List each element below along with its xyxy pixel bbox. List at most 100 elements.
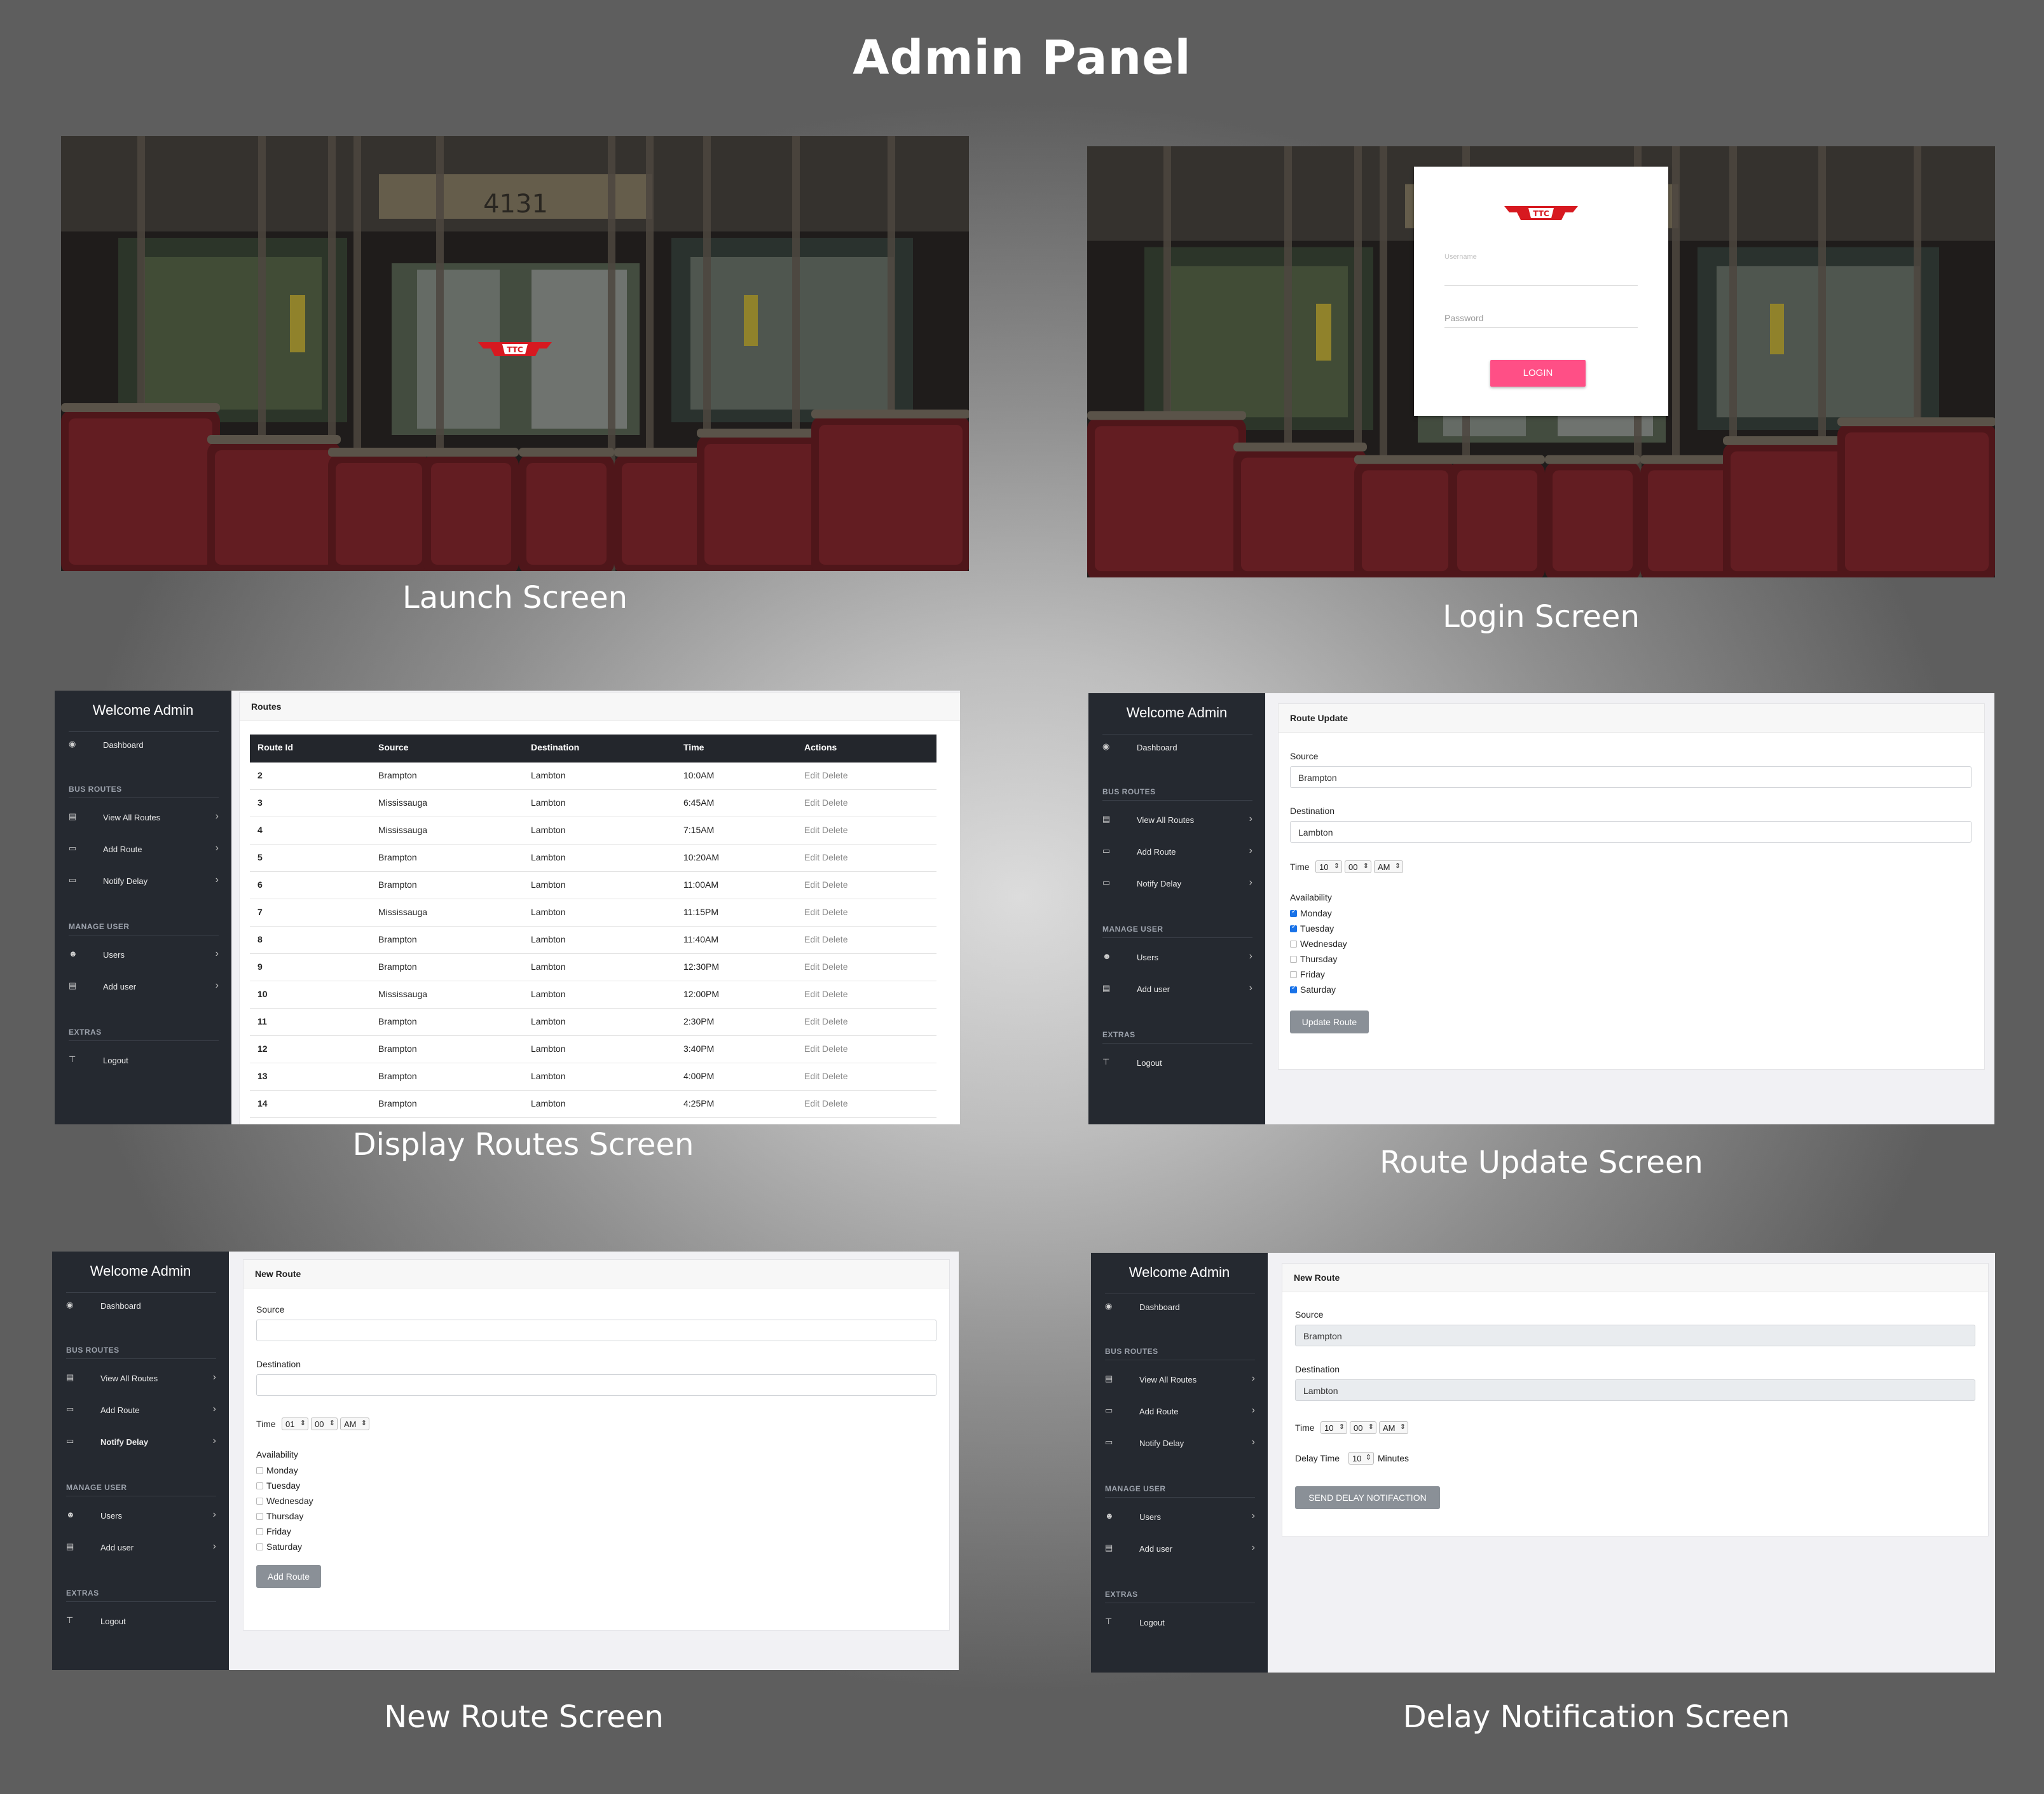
sidebar-item-add-route[interactable]: ▭ Add Route › <box>1105 1403 1255 1422</box>
source-input[interactable]: Brampton <box>1290 766 1972 788</box>
logout-icon: ⊤ <box>1102 1057 1110 1066</box>
checkbox-thursday[interactable]: Thursday <box>256 1510 358 1524</box>
laptop-icon: ▭ <box>1102 878 1111 887</box>
source-input[interactable]: Brampton <box>1295 1325 1975 1346</box>
sidebar-item-add-route[interactable]: ▭ Add Route › <box>66 1402 216 1421</box>
checkbox-saturday[interactable]: Saturday <box>256 1541 358 1555</box>
sidebar-item-dashboard[interactable]: ◉ Dashboard <box>66 1297 216 1316</box>
ampm-select[interactable]: AM ⇕ <box>1379 1421 1408 1434</box>
sidebar-item-add-user[interactable]: ▤ Add user › <box>69 978 219 997</box>
checkbox[interactable] <box>256 1543 263 1550</box>
username-input[interactable]: Username <box>1444 253 1477 261</box>
checkbox[interactable] <box>1290 971 1297 978</box>
minute-select[interactable]: 00 ⇕ <box>1345 860 1371 873</box>
sidebar-item-logout[interactable]: ⊤ Logout <box>1105 1614 1255 1633</box>
row-actions[interactable]: Edit Delete <box>804 852 847 862</box>
checkbox-monday[interactable]: Monday <box>256 1465 358 1479</box>
hour-select[interactable]: 10 ⇕ <box>1320 1421 1347 1434</box>
table-cell: 7 <box>257 907 263 917</box>
checkbox[interactable] <box>256 1513 263 1520</box>
checkbox-saturday[interactable]: Saturday <box>1290 984 1392 998</box>
row-actions[interactable]: Edit Delete <box>804 797 847 808</box>
id-card-icon: ▤ <box>1105 1543 1113 1552</box>
users-icon: ☻ <box>66 1510 75 1519</box>
checkbox[interactable] <box>1290 941 1297 948</box>
sidebar-item-notify-delay[interactable]: ▭ Notify Delay › <box>1105 1435 1255 1454</box>
row-actions[interactable]: Edit Delete <box>804 770 847 780</box>
minute-select[interactable]: 00 ⇕ <box>311 1418 338 1430</box>
checkbox-tuesday[interactable]: Tuesday <box>1290 923 1392 937</box>
sidebar-item-add-route[interactable]: ▭ Add Route › <box>1102 843 1252 862</box>
sidebar-item-label: Add Route <box>1137 847 1176 857</box>
row-actions[interactable]: Edit Delete <box>804 989 847 999</box>
password-input[interactable]: Password <box>1444 313 1483 323</box>
sidebar-item-add-route[interactable]: ▭ Add Route › <box>69 841 219 860</box>
checkbox[interactable] <box>256 1467 263 1474</box>
row-actions[interactable]: Edit Delete <box>804 1016 847 1026</box>
sidebar-item-users[interactable]: ☻ Users › <box>1105 1508 1255 1528</box>
sidebar-item-view-all-routes[interactable]: ▤ View All Routes › <box>69 809 219 828</box>
checkbox-wednesday[interactable]: Wednesday <box>256 1495 358 1509</box>
sidebar-item-add-user[interactable]: ▤ Add user › <box>1105 1540 1255 1559</box>
delay-minutes-select[interactable]: 10 ⇕ <box>1348 1452 1374 1465</box>
row-actions[interactable]: Edit Delete <box>804 934 847 944</box>
sidebar-item-dashboard[interactable]: ◉ Dashboard <box>1102 739 1252 758</box>
destination-input[interactable] <box>256 1374 936 1396</box>
row-actions[interactable]: Edit Delete <box>804 1098 847 1108</box>
chevron-right-icon: › <box>1249 845 1252 856</box>
table-row: 5 Brampton Lambton 10:20AM Edit Delete <box>250 845 936 872</box>
sidebar-item-add-user[interactable]: ▤ Add user › <box>1102 981 1252 1000</box>
id-card-icon: ▤ <box>69 981 77 990</box>
update-route-button[interactable]: Update Route <box>1290 1011 1369 1033</box>
row-actions[interactable]: Edit Delete <box>804 907 847 917</box>
minute-select[interactable]: 00 ⇕ <box>1350 1421 1376 1434</box>
sidebar-item-logout[interactable]: ⊤ Logout <box>66 1613 216 1632</box>
ampm-select[interactable]: AM ⇕ <box>1374 860 1403 873</box>
sidebar-item-users[interactable]: ☻ Users › <box>69 946 219 965</box>
sidebar-item-view-all-routes[interactable]: ▤ View All Routes › <box>1102 811 1252 831</box>
hour-select[interactable]: 01 ⇕ <box>282 1418 308 1430</box>
destination-input[interactable]: Lambton <box>1290 821 1972 843</box>
checkbox-thursday[interactable]: Thursday <box>1290 953 1392 967</box>
sidebar-item-view-all-routes[interactable]: ▤ View All Routes › <box>66 1370 216 1389</box>
sidebar-item-logout[interactable]: ⊤ Logout <box>1102 1054 1252 1073</box>
send-delay-notification-button[interactable]: SEND DELAY NOTIFACTION <box>1295 1486 1440 1509</box>
row-actions[interactable]: Edit Delete <box>804 825 847 835</box>
login-button[interactable]: LOGIN <box>1490 360 1586 387</box>
checkbox[interactable] <box>1290 984 1297 993</box>
sidebar-item-notify-delay[interactable]: ▭ Notify Delay › <box>69 873 219 892</box>
row-actions[interactable]: Edit Delete <box>804 1071 847 1081</box>
sidebar-item-add-user[interactable]: ▤ Add user › <box>66 1539 216 1558</box>
checkbox[interactable] <box>256 1498 263 1505</box>
checkbox[interactable] <box>256 1528 263 1535</box>
destination-input[interactable]: Lambton <box>1295 1379 1975 1401</box>
checkbox-monday[interactable]: Monday <box>1290 907 1392 921</box>
sidebar-item-notify-delay[interactable]: ▭ Notify Delay › <box>66 1433 216 1452</box>
sidebar-item-users[interactable]: ☻ Users › <box>1102 949 1252 968</box>
ampm-select[interactable]: AM ⇕ <box>340 1418 369 1430</box>
row-actions[interactable]: Edit Delete <box>804 962 847 972</box>
sidebar-item-dashboard[interactable]: ◉ Dashboard <box>69 736 219 756</box>
checkbox-friday[interactable]: Friday <box>1290 969 1392 983</box>
checkbox-tuesday[interactable]: Tuesday <box>256 1480 358 1494</box>
table-cell: 4 <box>257 825 263 835</box>
hour-select[interactable]: 10 ⇕ <box>1315 860 1342 873</box>
table-cell: Lambton <box>531 934 566 944</box>
sidebar-item-view-all-routes[interactable]: ▤ View All Routes › <box>1105 1371 1255 1390</box>
sidebar-item-notify-delay[interactable]: ▭ Notify Delay › <box>1102 875 1252 894</box>
checkbox-wednesday[interactable]: Wednesday <box>1290 938 1392 952</box>
chevron-right-icon: › <box>215 843 219 853</box>
row-actions[interactable]: Edit Delete <box>804 880 847 890</box>
checkbox[interactable] <box>1290 908 1297 917</box>
source-input[interactable] <box>256 1320 936 1341</box>
checkbox[interactable] <box>1290 923 1297 932</box>
sidebar-item-users[interactable]: ☻ Users › <box>66 1507 216 1526</box>
checkbox-friday[interactable]: Friday <box>256 1526 358 1540</box>
row-actions[interactable]: Edit Delete <box>804 1044 847 1054</box>
launch-screen-photo: 4131 TTC <box>61 136 969 571</box>
add-route-button[interactable]: Add Route <box>256 1565 321 1588</box>
sidebar-item-dashboard[interactable]: ◉ Dashboard <box>1105 1299 1255 1318</box>
sidebar-item-logout[interactable]: ⊤ Logout <box>69 1052 219 1071</box>
checkbox[interactable] <box>1290 956 1297 963</box>
checkbox[interactable] <box>256 1482 263 1489</box>
